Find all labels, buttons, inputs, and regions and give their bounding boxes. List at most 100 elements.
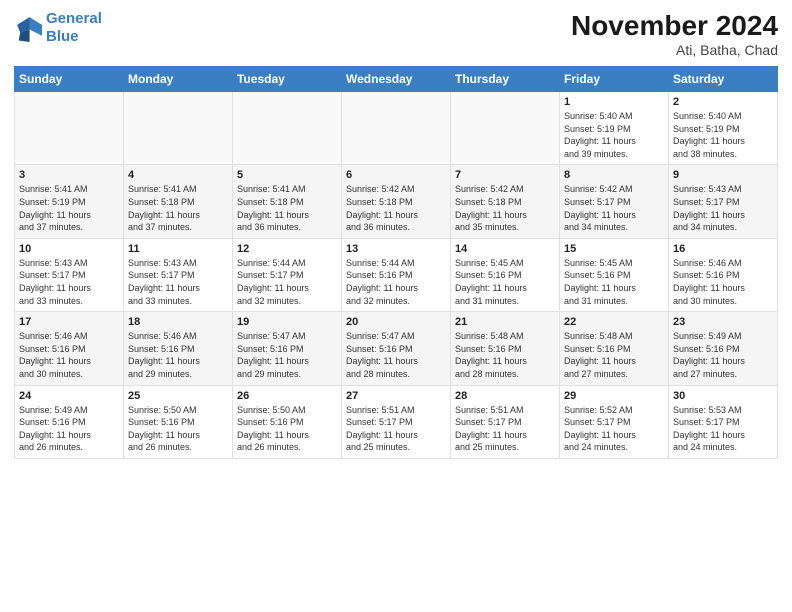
calendar-cell: 3 Sunrise: 5:41 AM Sunset: 5:19 PM Daylig… <box>15 165 124 238</box>
calendar-cell <box>451 92 560 165</box>
day-info: Sunrise: 5:51 AM Sunset: 5:17 PM Dayligh… <box>346 404 446 454</box>
calendar-cell: 25 Sunrise: 5:50 AM Sunset: 5:16 PM Dayli… <box>124 385 233 458</box>
day-info: Sunrise: 5:42 AM Sunset: 5:18 PM Dayligh… <box>455 183 555 233</box>
weekday-header-saturday: Saturday <box>669 67 778 92</box>
day-number: 24 <box>19 390 119 402</box>
calendar-cell: 4 Sunrise: 5:41 AM Sunset: 5:18 PM Daylig… <box>124 165 233 238</box>
calendar-cell <box>15 92 124 165</box>
day-info: Sunrise: 5:45 AM Sunset: 5:16 PM Dayligh… <box>564 257 664 307</box>
day-number: 6 <box>346 169 446 181</box>
day-number: 5 <box>237 169 337 181</box>
day-info: Sunrise: 5:46 AM Sunset: 5:16 PM Dayligh… <box>673 257 773 307</box>
day-info: Sunrise: 5:40 AM Sunset: 5:19 PM Dayligh… <box>673 110 773 160</box>
day-number: 17 <box>19 316 119 328</box>
day-number: 28 <box>455 390 555 402</box>
weekday-header-sunday: Sunday <box>15 67 124 92</box>
day-info: Sunrise: 5:49 AM Sunset: 5:16 PM Dayligh… <box>673 330 773 380</box>
day-number: 2 <box>673 96 773 108</box>
day-info: Sunrise: 5:47 AM Sunset: 5:16 PM Dayligh… <box>237 330 337 380</box>
day-info: Sunrise: 5:47 AM Sunset: 5:16 PM Dayligh… <box>346 330 446 380</box>
calendar-cell: 13Sunrise: 5:44 AM Sunset: 5:16 PM Dayli… <box>342 238 451 311</box>
week-row-4: 17 Sunrise: 5:46 AM Sunset: 5:16 PM Dayli… <box>15 312 778 385</box>
weekday-header-thursday: Thursday <box>451 67 560 92</box>
calendar-cell: 8 Sunrise: 5:42 AM Sunset: 5:17 PM Daylig… <box>560 165 669 238</box>
calendar-cell: 5 Sunrise: 5:41 AM Sunset: 5:18 PM Daylig… <box>233 165 342 238</box>
logo-line2: Blue <box>46 28 79 45</box>
weekday-header-friday: Friday <box>560 67 669 92</box>
day-info: Sunrise: 5:41 AM Sunset: 5:19 PM Dayligh… <box>19 183 119 233</box>
calendar-cell: 16 Sunrise: 5:46 AM Sunset: 5:16 PM Dayli… <box>669 238 778 311</box>
day-info: Sunrise: 5:43 AM Sunset: 5:17 PM Dayligh… <box>673 183 773 233</box>
calendar-cell: 30 Sunrise: 5:53 AM Sunset: 5:17 PM Dayli… <box>669 385 778 458</box>
week-row-3: 10Sunrise: 5:43 AM Sunset: 5:17 PM Dayli… <box>15 238 778 311</box>
day-number: 14 <box>455 243 555 255</box>
weekday-header-monday: Monday <box>124 67 233 92</box>
day-info: Sunrise: 5:41 AM Sunset: 5:18 PM Dayligh… <box>128 183 228 233</box>
week-row-1: 1 Sunrise: 5:40 AM Sunset: 5:19 PM Daylig… <box>15 92 778 165</box>
day-info: Sunrise: 5:51 AM Sunset: 5:17 PM Dayligh… <box>455 404 555 454</box>
day-number: 23 <box>673 316 773 328</box>
calendar-cell: 9 Sunrise: 5:43 AM Sunset: 5:17 PM Daylig… <box>669 165 778 238</box>
day-number: 8 <box>564 169 664 181</box>
calendar-cell <box>342 92 451 165</box>
day-info: Sunrise: 5:49 AM Sunset: 5:16 PM Dayligh… <box>19 404 119 454</box>
calendar-cell <box>233 92 342 165</box>
day-number: 3 <box>19 169 119 181</box>
calendar-cell: 28 Sunrise: 5:51 AM Sunset: 5:17 PM Dayli… <box>451 385 560 458</box>
day-info: Sunrise: 5:50 AM Sunset: 5:16 PM Dayligh… <box>128 404 228 454</box>
weekday-header-wednesday: Wednesday <box>342 67 451 92</box>
day-info: Sunrise: 5:43 AM Sunset: 5:17 PM Dayligh… <box>19 257 119 307</box>
main-title: November 2024 <box>571 10 778 42</box>
day-number: 26 <box>237 390 337 402</box>
calendar-cell: 7 Sunrise: 5:42 AM Sunset: 5:18 PM Daylig… <box>451 165 560 238</box>
logo: General Blue <box>14 10 102 46</box>
day-info: Sunrise: 5:46 AM Sunset: 5:16 PM Dayligh… <box>128 330 228 380</box>
calendar-cell: 27Sunrise: 5:51 AM Sunset: 5:17 PM Dayli… <box>342 385 451 458</box>
weekday-header-row: SundayMondayTuesdayWednesdayThursdayFrid… <box>15 67 778 92</box>
day-info: Sunrise: 5:44 AM Sunset: 5:17 PM Dayligh… <box>237 257 337 307</box>
day-number: 16 <box>673 243 773 255</box>
day-info: Sunrise: 5:42 AM Sunset: 5:18 PM Dayligh… <box>346 183 446 233</box>
day-info: Sunrise: 5:50 AM Sunset: 5:16 PM Dayligh… <box>237 404 337 454</box>
logo-line1: General <box>46 10 102 27</box>
day-number: 22 <box>564 316 664 328</box>
day-info: Sunrise: 5:53 AM Sunset: 5:17 PM Dayligh… <box>673 404 773 454</box>
day-number: 4 <box>128 169 228 181</box>
day-number: 12 <box>237 243 337 255</box>
calendar-cell: 21Sunrise: 5:48 AM Sunset: 5:16 PM Dayli… <box>451 312 560 385</box>
day-info: Sunrise: 5:46 AM Sunset: 5:16 PM Dayligh… <box>19 330 119 380</box>
day-number: 15 <box>564 243 664 255</box>
day-number: 30 <box>673 390 773 402</box>
calendar-cell: 29 Sunrise: 5:52 AM Sunset: 5:17 PM Dayli… <box>560 385 669 458</box>
day-info: Sunrise: 5:48 AM Sunset: 5:16 PM Dayligh… <box>564 330 664 380</box>
page: General Blue November 2024 Ati, Batha, C… <box>0 0 792 612</box>
day-number: 7 <box>455 169 555 181</box>
day-info: Sunrise: 5:42 AM Sunset: 5:17 PM Dayligh… <box>564 183 664 233</box>
week-row-5: 24 Sunrise: 5:49 AM Sunset: 5:16 PM Dayli… <box>15 385 778 458</box>
calendar-cell <box>124 92 233 165</box>
calendar-cell: 23 Sunrise: 5:49 AM Sunset: 5:16 PM Dayli… <box>669 312 778 385</box>
week-row-2: 3 Sunrise: 5:41 AM Sunset: 5:19 PM Daylig… <box>15 165 778 238</box>
day-number: 25 <box>128 390 228 402</box>
day-info: Sunrise: 5:52 AM Sunset: 5:17 PM Dayligh… <box>564 404 664 454</box>
day-info: Sunrise: 5:40 AM Sunset: 5:19 PM Dayligh… <box>564 110 664 160</box>
day-info: Sunrise: 5:45 AM Sunset: 5:16 PM Dayligh… <box>455 257 555 307</box>
day-number: 29 <box>564 390 664 402</box>
calendar-cell: 24 Sunrise: 5:49 AM Sunset: 5:16 PM Dayli… <box>15 385 124 458</box>
day-number: 21 <box>455 316 555 328</box>
header: General Blue November 2024 Ati, Batha, C… <box>14 10 778 58</box>
calendar-cell: 1 Sunrise: 5:40 AM Sunset: 5:19 PM Daylig… <box>560 92 669 165</box>
day-number: 19 <box>237 316 337 328</box>
calendar-cell: 22 Sunrise: 5:48 AM Sunset: 5:16 PM Dayli… <box>560 312 669 385</box>
day-number: 1 <box>564 96 664 108</box>
day-number: 20 <box>346 316 446 328</box>
day-number: 18 <box>128 316 228 328</box>
calendar-cell: 10Sunrise: 5:43 AM Sunset: 5:17 PM Dayli… <box>15 238 124 311</box>
calendar-cell: 18 Sunrise: 5:46 AM Sunset: 5:16 PM Dayli… <box>124 312 233 385</box>
day-info: Sunrise: 5:44 AM Sunset: 5:16 PM Dayligh… <box>346 257 446 307</box>
calendar-cell: 15 Sunrise: 5:45 AM Sunset: 5:16 PM Dayli… <box>560 238 669 311</box>
day-number: 11 <box>128 243 228 255</box>
day-number: 9 <box>673 169 773 181</box>
calendar-cell: 12 Sunrise: 5:44 AM Sunset: 5:17 PM Dayli… <box>233 238 342 311</box>
day-info: Sunrise: 5:41 AM Sunset: 5:18 PM Dayligh… <box>237 183 337 233</box>
